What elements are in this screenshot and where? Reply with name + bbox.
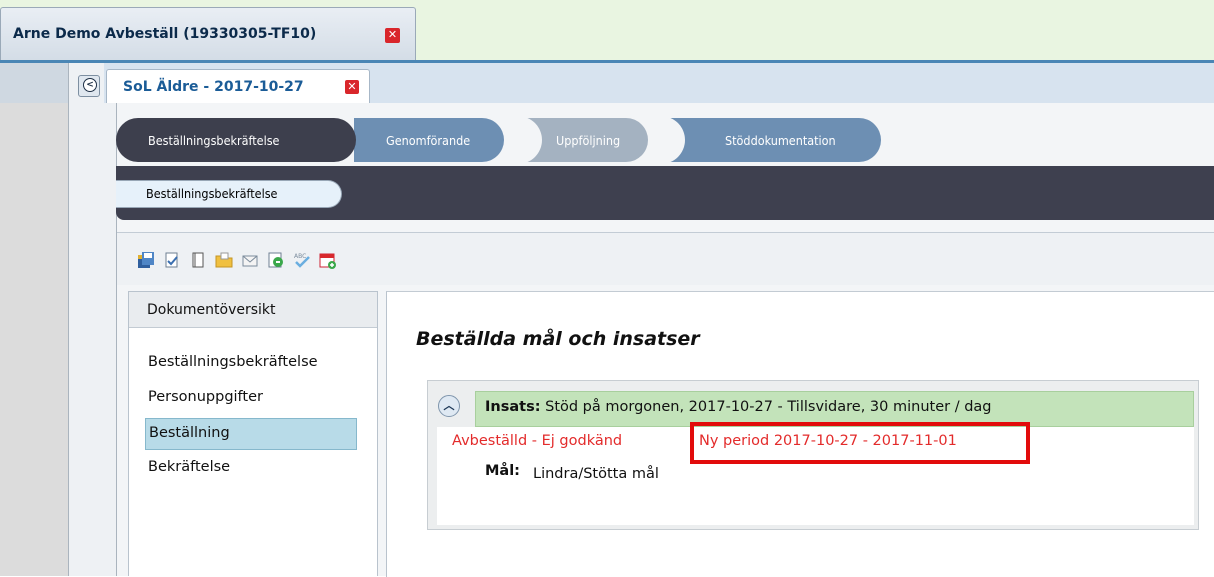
collapse-insats-button[interactable]: ︿ (438, 395, 460, 417)
step-label: Beställningsbekräftelse (148, 132, 280, 148)
doc-item-bestallning[interactable]: Beställning (145, 418, 357, 450)
chevron-left-icon: < (83, 78, 97, 92)
refresh-icon[interactable] (267, 251, 285, 269)
step-uppfoljning[interactable]: Uppföljning (524, 118, 648, 162)
main-content: Beställda mål och insatser ︿ Insats: Stö… (386, 291, 1214, 577)
close-case-tab-icon[interactable]: ✕ (345, 80, 359, 94)
chevron-up-icon: ︿ (443, 399, 455, 412)
section-title: Beställda mål och insatser (416, 328, 700, 350)
doc-item-bestallningsbekraftelse[interactable]: Beställningsbekräftelse (145, 348, 357, 380)
left-gutter-top (0, 63, 76, 103)
document-icon[interactable] (189, 251, 207, 269)
save-icon[interactable] (137, 251, 155, 269)
collapse-panel-button[interactable]: < (78, 75, 100, 97)
case-tab[interactable]: SoL Äldre - 2017-10-27 ✕ (106, 69, 370, 103)
left-gutter (0, 63, 68, 576)
step-label: Uppföljning (556, 132, 621, 148)
insats-label: Insats: (485, 399, 541, 415)
step-label: Genomförande (386, 132, 471, 148)
spellcheck-icon[interactable]: ABC (293, 251, 311, 269)
case-tab-label: SoL Äldre - 2017-10-27 (123, 79, 304, 95)
highlight-annotation (690, 422, 1030, 464)
patient-tab[interactable]: Arne Demo Avbeställ (19330305-TF10) ✕ (0, 7, 416, 62)
patient-tab-label: Arne Demo Avbeställ (19330305-TF10) (13, 26, 317, 42)
gutter-divider (68, 63, 69, 576)
svg-text:ABC: ABC (294, 253, 306, 260)
step-stoddokumentation[interactable]: Stöddokumentation (667, 118, 881, 162)
doc-item-bekraftelse[interactable]: Bekräftelse (145, 453, 357, 485)
document-overview-panel: Dokumentöversikt Beställningsbekräftelse… (128, 291, 378, 576)
mail-icon[interactable] (241, 251, 259, 269)
insats-text: Stöd på morgonen, 2017-10-27 - Tillsvida… (545, 399, 992, 415)
goal-value: Lindra/Stötta mål (533, 466, 659, 482)
substeps-bar: Beställningsbekräftelse (116, 166, 1214, 220)
document-toolbar: ABC (117, 232, 1214, 285)
order-status: Avbeställd - Ej godkänd (452, 433, 623, 449)
step-genomforande[interactable]: Genomförande (354, 118, 504, 162)
document-overview-title: Dokumentöversikt (129, 292, 377, 328)
folder-icon[interactable] (215, 251, 233, 269)
goal-label: Mål: (485, 463, 520, 479)
close-patient-tab-icon[interactable]: ✕ (385, 28, 400, 43)
step-label: Stöddokumentation (725, 132, 836, 148)
doc-item-personuppgifter[interactable]: Personuppgifter (145, 383, 357, 415)
substep-bestallningsbekraftelse[interactable]: Beställningsbekräftelse (116, 180, 342, 208)
checklist-icon[interactable] (163, 251, 181, 269)
step-bestallningsbekraftelse[interactable]: Beställningsbekräftelse (116, 118, 356, 162)
workflow-steps: Stöddokumentation Uppföljning Genomföran… (116, 116, 1214, 166)
calendar-icon[interactable] (319, 251, 337, 269)
